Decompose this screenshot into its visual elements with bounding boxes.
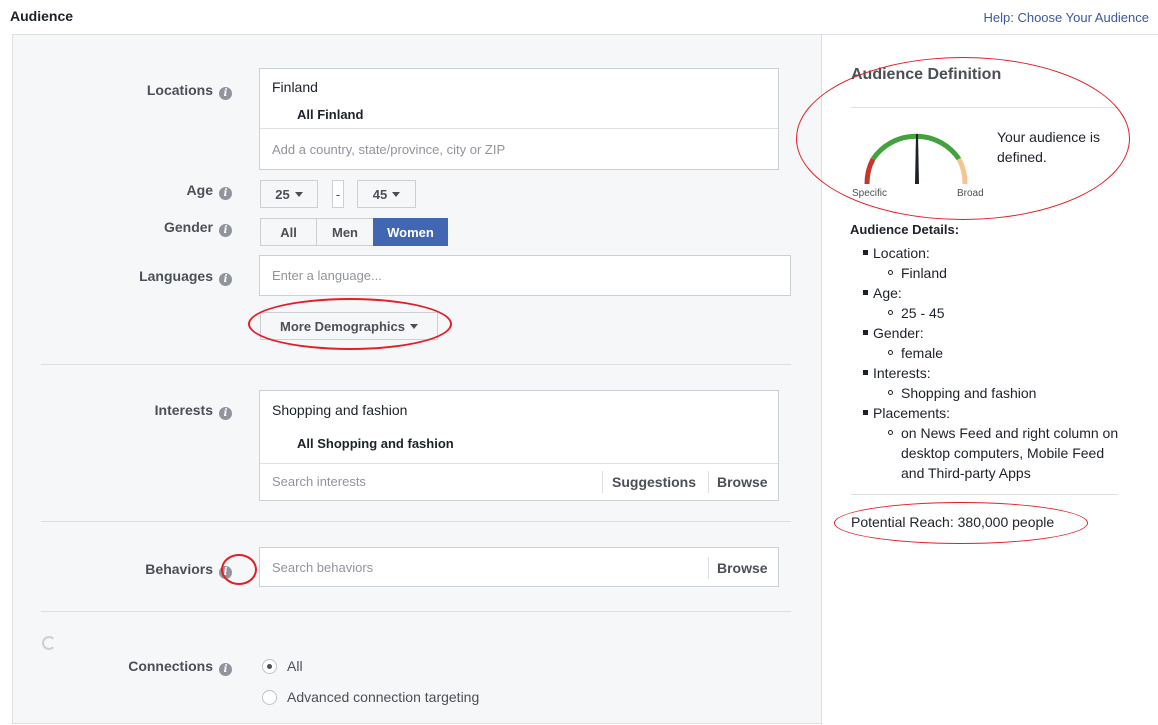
behaviors-label: Behaviors i: [32, 561, 232, 579]
help-link[interactable]: Help: Choose Your Audience: [983, 10, 1149, 25]
section-title: Audience: [10, 8, 74, 24]
connections-label: Connections i: [32, 658, 232, 676]
age-max-select[interactable]: 45: [357, 180, 416, 208]
info-icon[interactable]: i: [219, 663, 232, 676]
detail-gender-value: female: [851, 343, 1123, 363]
divider: [260, 128, 778, 129]
loading-spinner-icon: [42, 636, 56, 650]
interests-box: Shopping and fashion All Shopping and fa…: [259, 390, 779, 501]
separator: [602, 471, 603, 493]
chevron-down-icon: [392, 191, 401, 197]
location-selection[interactable]: All Finland: [297, 107, 363, 122]
detail-placements-value: on News Feed and right column on desktop…: [851, 423, 1123, 483]
info-icon[interactable]: i: [219, 407, 232, 420]
gender-men-button[interactable]: Men: [316, 218, 374, 246]
divider: [851, 494, 1118, 495]
behaviors-search-input[interactable]: Search behaviors: [272, 560, 373, 575]
detail-placements-label: Placements:: [851, 403, 1123, 423]
interest-category: Shopping and fashion: [272, 402, 408, 418]
gender-all-button[interactable]: All: [260, 218, 317, 246]
gauge-orange-segment: [956, 157, 968, 185]
chevron-down-icon: [294, 191, 303, 197]
detail-location-value: Finland: [851, 263, 1123, 283]
audience-definition-title: Audience Definition: [851, 66, 1002, 83]
info-icon[interactable]: i: [219, 273, 232, 286]
suggestions-button[interactable]: Suggestions: [612, 474, 696, 490]
detail-gender-label: Gender:: [851, 323, 1123, 343]
connections-all-label: All: [287, 658, 303, 674]
gauge-red-segment: [864, 157, 876, 185]
divider: [851, 107, 1118, 108]
languages-input[interactable]: Enter a language...: [259, 255, 791, 296]
connections-advanced-label: Advanced connection targeting: [287, 689, 480, 705]
locations-box: Finland All Finland Add a country, state…: [259, 68, 779, 170]
info-icon[interactable]: i: [219, 87, 232, 100]
divider: [41, 611, 791, 612]
potential-reach: Potential Reach: 380,000 people: [851, 514, 1055, 530]
interests-search-input[interactable]: Search interests: [272, 474, 366, 489]
detail-age-label: Age:: [851, 283, 1123, 303]
gauge-left-label: Specific: [852, 188, 888, 199]
divider: [41, 521, 791, 522]
info-icon[interactable]: i: [219, 224, 232, 237]
audience-details-list: Location: Finland Age: 25 - 45 Gender: f…: [851, 243, 1123, 483]
behaviors-browse-button[interactable]: Browse: [717, 560, 768, 576]
info-icon[interactable]: i: [219, 566, 232, 579]
chevron-down-icon: [409, 323, 418, 329]
connections-advanced-radio[interactable]: [262, 690, 277, 705]
divider: [260, 463, 778, 464]
gauge-right-label: Broad: [957, 188, 984, 199]
audience-details-title: Audience Details:: [850, 222, 960, 237]
gender-label: Gender i: [32, 219, 232, 237]
interest-selection[interactable]: All Shopping and fashion: [297, 436, 454, 451]
separator: [708, 557, 709, 579]
info-icon[interactable]: i: [219, 187, 232, 200]
location-country: Finland: [272, 79, 318, 95]
gender-women-button[interactable]: Women: [373, 218, 448, 246]
locations-label: Locations i: [32, 82, 232, 100]
more-demographics-button[interactable]: More Demographics: [260, 312, 438, 340]
age-label: Age i: [32, 182, 232, 200]
detail-age-value: 25 - 45: [851, 303, 1123, 323]
location-search-input[interactable]: Add a country, state/province, city or Z…: [272, 142, 505, 157]
age-separator: -: [332, 180, 344, 208]
audience-status: Your audience is defined.: [997, 129, 1101, 165]
separator: [708, 471, 709, 493]
audience-gauge: [864, 133, 968, 185]
gauge-needle: [915, 134, 919, 184]
detail-location-label: Location:: [851, 243, 1123, 263]
connections-all-radio[interactable]: [262, 659, 277, 674]
interests-browse-button[interactable]: Browse: [717, 474, 768, 490]
detail-interests-value: Shopping and fashion: [851, 383, 1123, 403]
behaviors-box: Search behaviors Browse: [259, 547, 779, 587]
detail-interests-label: Interests:: [851, 363, 1123, 383]
languages-label: Languages i: [32, 268, 232, 286]
age-min-select[interactable]: 25: [260, 180, 318, 208]
interests-label: Interests i: [32, 402, 232, 420]
divider: [41, 364, 791, 365]
languages-placeholder: Enter a language...: [272, 268, 382, 283]
